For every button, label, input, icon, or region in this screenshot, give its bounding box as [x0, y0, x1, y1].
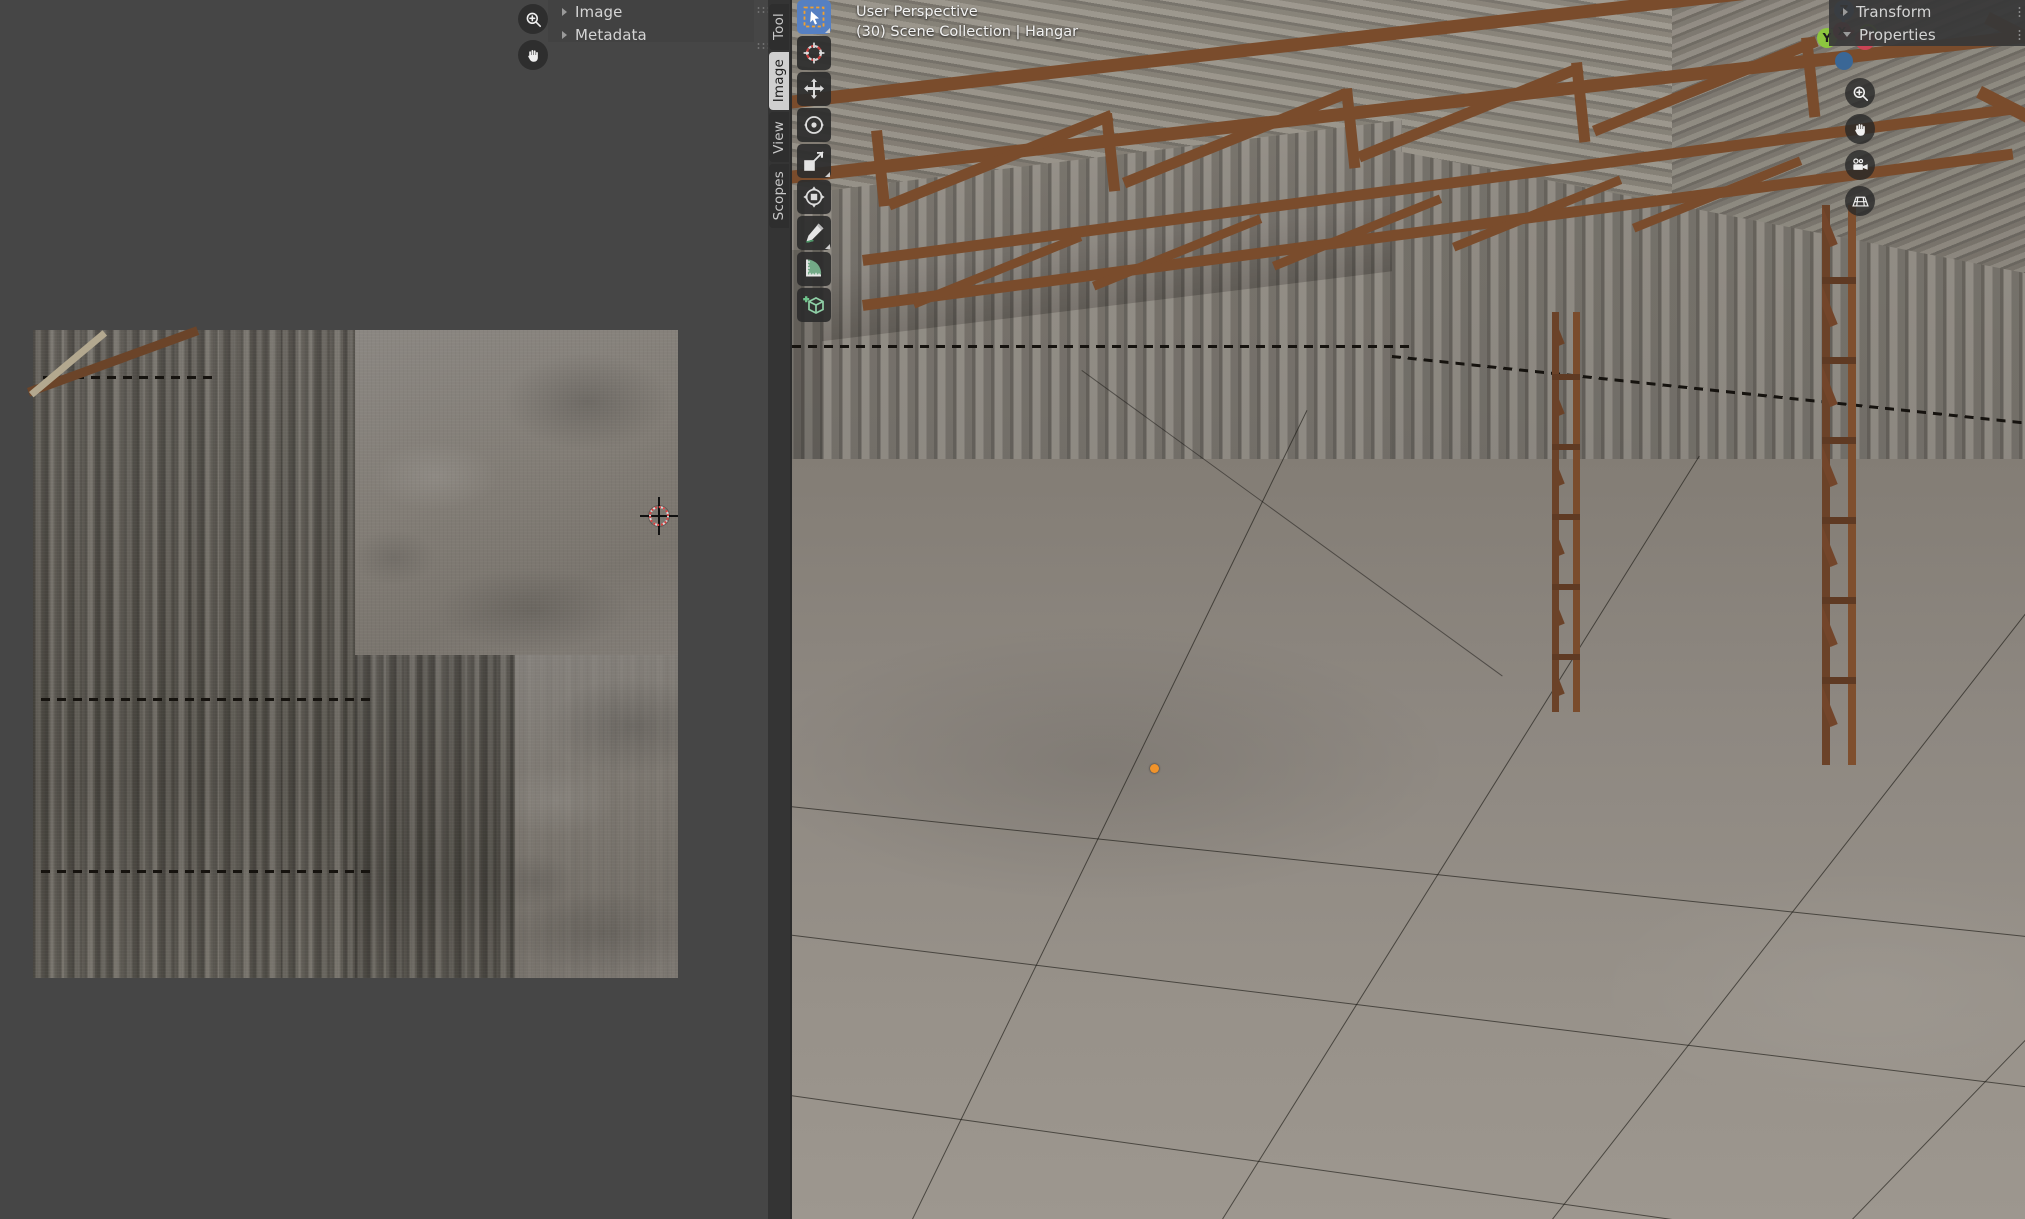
select-box-tool[interactable] — [797, 0, 831, 34]
blender-window: Image Metadata Tool Image View Scopes Us… — [0, 0, 2025, 1219]
ortho-persp-icon[interactable] — [1845, 186, 1875, 216]
panel-header-metadata[interactable]: Metadata — [548, 23, 754, 46]
lattice-column-right — [1822, 205, 1856, 765]
viewport-nav-icons[interactable] — [1845, 78, 1875, 216]
tool-submenu-indicator[interactable] — [825, 172, 830, 177]
image-editor-side-panel[interactable]: Image Metadata — [548, 0, 754, 44]
texture-tile-concrete-patch — [515, 655, 678, 978]
measure-tool[interactable] — [797, 252, 831, 286]
object-origin-marker[interactable] — [1150, 764, 1159, 773]
panel-label: Metadata — [575, 25, 647, 44]
chevron-right-icon — [562, 30, 567, 39]
panel-label: Properties — [1859, 25, 1936, 44]
image-editor-nav-gizmos[interactable] — [518, 4, 548, 70]
tool-submenu-indicator[interactable] — [825, 244, 830, 249]
tab-label: Tool — [771, 13, 787, 41]
tab-label: Scopes — [771, 171, 787, 221]
viewport-side-panel[interactable]: Transform Properties — [1829, 0, 2025, 46]
panel-grip[interactable] — [2018, 29, 2021, 40]
cursor-ring-red — [649, 506, 669, 526]
viewport-3d-area[interactable]: User Perspective (30) Scene Collection |… — [792, 0, 2025, 1219]
region-tab-image[interactable]: Image — [769, 52, 789, 110]
panel-header-transform[interactable]: Transform — [1829, 0, 2025, 23]
pan-hand-icon[interactable] — [1845, 114, 1875, 144]
zoom-in-icon[interactable] — [1845, 78, 1875, 108]
image-canvas[interactable] — [27, 326, 678, 978]
tab-label: View — [771, 120, 787, 154]
tab-label: Image — [771, 59, 787, 103]
add-cube-tool[interactable] — [797, 288, 831, 322]
image-editor-tab-strip[interactable]: Tool Image View Scopes — [768, 0, 790, 1219]
camera-view-icon[interactable] — [1845, 150, 1875, 180]
panel-label: Image — [575, 2, 623, 21]
chevron-down-icon — [1843, 32, 1851, 37]
annotate-tool[interactable] — [797, 216, 831, 250]
panel-header-properties[interactable]: Properties — [1829, 23, 2025, 46]
texture-tile-corrugated-left — [33, 330, 355, 978]
panel-label: Transform — [1856, 2, 1932, 21]
wall-trim-line — [792, 345, 1412, 348]
region-tab-scopes[interactable]: Scopes — [769, 164, 789, 228]
rotate-tool[interactable] — [797, 108, 831, 142]
tool-submenu-indicator[interactable] — [825, 28, 830, 33]
transform-tool[interactable] — [797, 180, 831, 214]
texture-seam-line — [41, 698, 371, 701]
cursor-tool[interactable] — [797, 36, 831, 70]
viewport-toolbar[interactable] — [797, 0, 833, 324]
scale-tool[interactable] — [797, 144, 831, 178]
region-tab-tool[interactable]: Tool — [769, 4, 789, 50]
move-tool[interactable] — [797, 72, 831, 106]
lattice-column-left — [1552, 312, 1580, 712]
chevron-right-icon — [1843, 7, 1848, 16]
texture-seam-line — [41, 870, 371, 873]
texture-tile-concrete — [355, 330, 678, 655]
chevron-right-icon — [562, 7, 567, 16]
panel-grip[interactable] — [2018, 6, 2021, 17]
zoom-in-icon[interactable] — [518, 4, 548, 34]
2d-cursor[interactable] — [640, 497, 678, 535]
gizmo-axis-z-negative[interactable] — [1835, 52, 1853, 70]
pan-hand-icon[interactable] — [518, 40, 548, 70]
panel-header-image[interactable]: Image — [548, 0, 754, 23]
region-tab-view[interactable]: View — [769, 112, 789, 162]
image-editor-area[interactable]: Image Metadata Tool Image View Scopes — [0, 0, 790, 1219]
